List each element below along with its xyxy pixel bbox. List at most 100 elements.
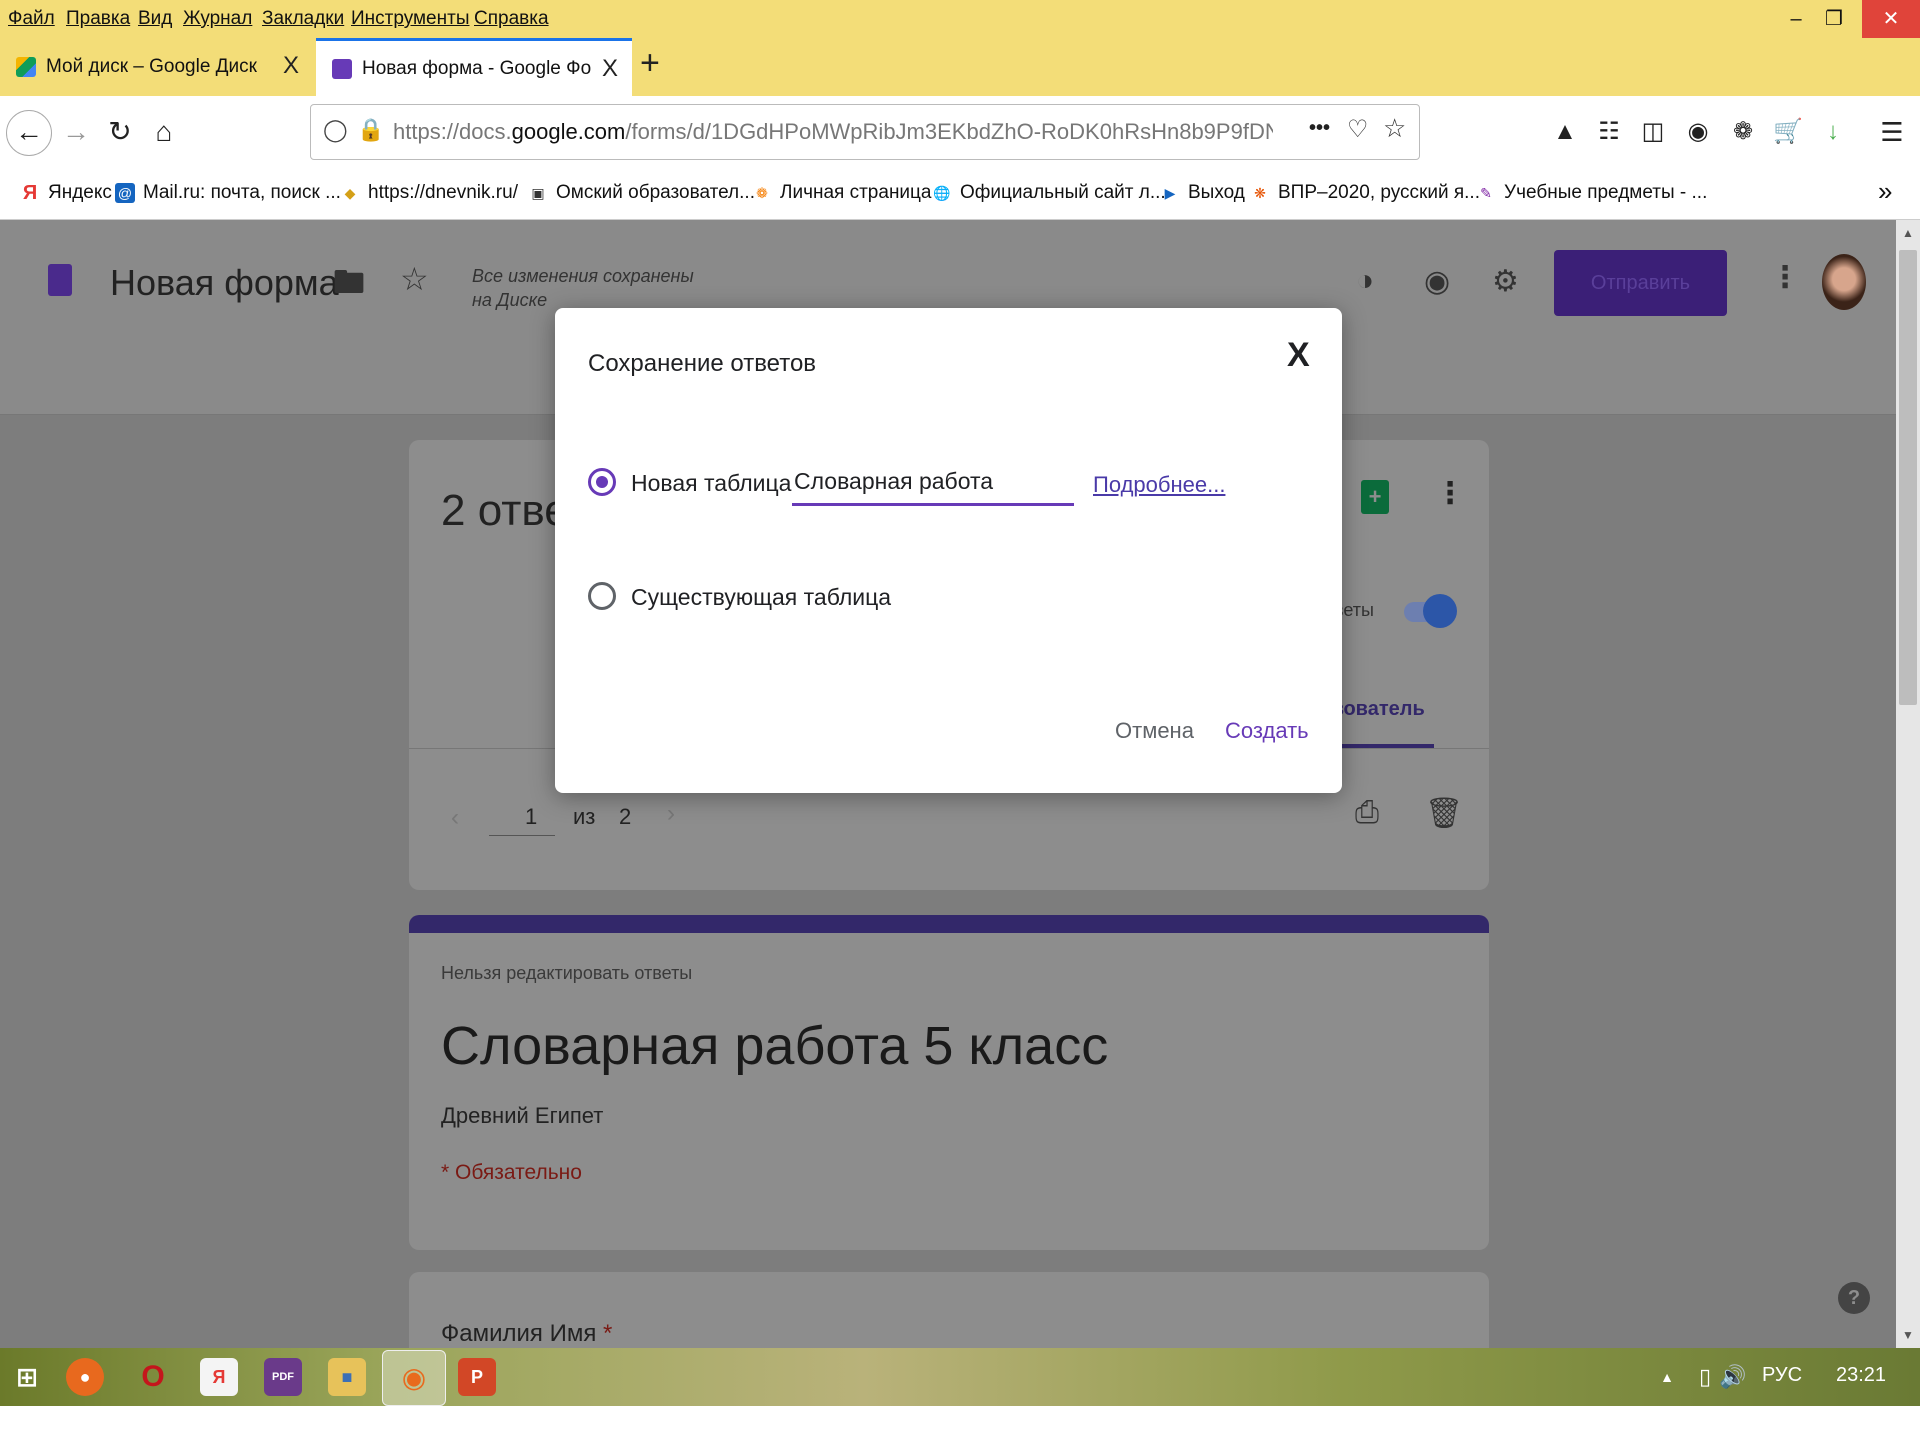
menu-tools[interactable]: Инструменты bbox=[351, 8, 469, 30]
responses-count: 2 отве bbox=[441, 486, 569, 535]
bookmark-item[interactable]: ❁ Личная страница bbox=[752, 182, 931, 204]
close-tab-icon[interactable]: X bbox=[602, 55, 618, 83]
palette-icon[interactable]: ◑ bbox=[1356, 264, 1374, 298]
bookmark-item[interactable]: ▶ Выход bbox=[1160, 182, 1245, 204]
url-text[interactable]: https://docs.google.com/forms/d/1DGdHPoM… bbox=[393, 119, 1273, 145]
tab-google-forms[interactable]: Новая форма - Google Формы X bbox=[316, 38, 632, 96]
pdf-icon[interactable]: PDF bbox=[264, 1358, 302, 1396]
print-icon[interactable]: ⎙ bbox=[1355, 796, 1379, 830]
blank-area bbox=[0, 1406, 1920, 1440]
opera-icon[interactable]: O bbox=[134, 1358, 172, 1396]
back-icon[interactable]: ← bbox=[6, 110, 52, 156]
dialog-title: Сохранение ответов bbox=[588, 350, 817, 377]
menu-bookmarks[interactable]: Закладки bbox=[262, 8, 344, 30]
send-button[interactable]: Отправить bbox=[1554, 250, 1727, 316]
navigation-bar: ← → ↻ ⌂ ◯ 🔒 https://docs.google.com/form… bbox=[0, 96, 1920, 168]
bookmark-item[interactable]: ◆ https://dnevnik.ru/ bbox=[340, 182, 518, 204]
language-indicator[interactable]: РУС bbox=[1762, 1364, 1802, 1387]
google-forms-icon bbox=[332, 58, 352, 79]
question-card: Фамилия Имя * bbox=[409, 1272, 1489, 1348]
account-icon[interactable]: ◉ bbox=[1676, 110, 1720, 154]
volume-icon[interactable]: 🔊 bbox=[1714, 1358, 1752, 1396]
home-icon[interactable]: ⌂ bbox=[142, 110, 186, 154]
address-bar[interactable]: ◯ 🔒 https://docs.google.com/forms/d/1DGd… bbox=[310, 104, 1420, 160]
prev-response-icon[interactable]: ‹ bbox=[451, 804, 459, 832]
extension-icon[interactable]: ▲ bbox=[1543, 110, 1587, 154]
tab-label: Мой диск – Google Диск bbox=[46, 56, 257, 77]
google-forms-logo-icon[interactable] bbox=[48, 264, 72, 296]
page-actions-icon[interactable]: ••• bbox=[1309, 117, 1330, 140]
option-new-table-label[interactable]: Новая таблица bbox=[631, 470, 791, 497]
download-icon[interactable]: ↓ bbox=[1811, 110, 1855, 154]
more-vert-icon[interactable]: ⋮ bbox=[1770, 260, 1800, 295]
scroll-down-icon[interactable]: ▼ bbox=[1902, 1328, 1914, 1342]
help-icon[interactable]: ? bbox=[1838, 1282, 1870, 1314]
firefox-icon[interactable]: ◉ bbox=[382, 1350, 446, 1406]
option-existing-table-label[interactable]: Существующая таблица bbox=[631, 584, 891, 611]
tray-up-icon[interactable]: ▲ bbox=[1648, 1358, 1686, 1396]
forward-icon[interactable]: → bbox=[54, 110, 98, 154]
tab-label: Новая форма - Google Формы bbox=[362, 57, 592, 79]
next-response-icon[interactable]: › bbox=[667, 800, 675, 828]
star-icon[interactable]: ☆ bbox=[400, 260, 429, 298]
new-table-name-input[interactable]: Словарная работа bbox=[792, 460, 1074, 506]
response-index-input[interactable]: 1 bbox=[489, 796, 555, 836]
folder-icon[interactable]: 🖿 bbox=[333, 260, 365, 314]
menu-file[interactable]: Файл bbox=[8, 8, 55, 30]
shield-icon[interactable]: ◯ bbox=[323, 117, 348, 143]
tab-google-drive[interactable]: Мой диск – Google Диск X bbox=[0, 38, 313, 96]
sidebar-icon[interactable]: ◫ bbox=[1631, 110, 1675, 154]
new-tab-button[interactable]: + bbox=[640, 44, 660, 83]
reload-icon[interactable]: ↻ bbox=[98, 110, 142, 154]
bookmark-item[interactable]: ▣ Омский образовател... bbox=[528, 182, 755, 204]
radio-new-table[interactable] bbox=[588, 468, 616, 496]
settings-gear-icon[interactable]: ⚙ bbox=[1492, 264, 1519, 299]
sheets-icon[interactable]: + bbox=[1361, 480, 1389, 514]
scroll-up-icon[interactable]: ▲ bbox=[1902, 226, 1914, 240]
cancel-button[interactable]: Отмена bbox=[1115, 718, 1194, 744]
radio-existing-table[interactable] bbox=[588, 582, 616, 610]
addon-icon[interactable]: ❁ bbox=[1721, 110, 1765, 154]
save-responses-dialog: Сохранение ответов X Новая таблица Слова… bbox=[555, 308, 1342, 793]
tab-bar: Мой диск – Google Диск X Новая форма - G… bbox=[0, 38, 1920, 96]
menu-edit[interactable]: Правка bbox=[66, 8, 130, 30]
menu-history[interactable]: Журнал bbox=[183, 8, 252, 30]
cart-icon[interactable]: 🛒 bbox=[1766, 110, 1810, 154]
bookmark-star-icon[interactable]: ☆ bbox=[1383, 113, 1406, 144]
powerpoint-icon[interactable]: P bbox=[458, 1358, 496, 1396]
browser-icon[interactable]: ● bbox=[66, 1358, 104, 1396]
accepting-toggle-knob[interactable] bbox=[1423, 594, 1457, 628]
pocket-icon[interactable]: ♡ bbox=[1347, 115, 1369, 144]
avatar[interactable] bbox=[1822, 254, 1866, 310]
library-icon[interactable]: ☷ bbox=[1587, 110, 1631, 154]
bookmarks-overflow-icon[interactable]: » bbox=[1878, 176, 1892, 207]
bookmark-item[interactable]: ❋ ВПР–2020, русский я... bbox=[1250, 182, 1480, 204]
bookmark-item[interactable]: ✎ Учебные предметы - ... bbox=[1476, 182, 1707, 204]
preview-eye-icon[interactable]: ◉ bbox=[1424, 264, 1450, 299]
hamburger-menu-icon[interactable]: ☰ bbox=[1870, 110, 1914, 154]
yandex-icon[interactable]: Я bbox=[200, 1358, 238, 1396]
bookmark-item[interactable]: 🌐 Официальный сайт л... bbox=[932, 182, 1165, 204]
bookmark-item[interactable]: @ Mail.ru: почта, поиск ... bbox=[115, 182, 341, 204]
restore-button[interactable]: ❐ bbox=[1806, 0, 1862, 38]
scrollbar-thumb[interactable] bbox=[1899, 250, 1917, 705]
dialog-close-icon[interactable]: X bbox=[1287, 336, 1310, 375]
required-note: * Обязательно bbox=[441, 1161, 582, 1184]
tab-individual[interactable]: зователь bbox=[1334, 698, 1425, 721]
delete-trash-icon[interactable]: 🗑 bbox=[1425, 796, 1463, 831]
close-tab-icon[interactable]: X bbox=[283, 52, 299, 80]
menu-view[interactable]: Вид bbox=[138, 8, 172, 30]
explorer-folder-icon[interactable]: ■ bbox=[328, 1358, 366, 1396]
learn-more-link[interactable]: Подробнее... bbox=[1093, 472, 1225, 498]
start-windows-icon[interactable]: ⊞ bbox=[8, 1358, 46, 1396]
form-title[interactable]: Новая форма bbox=[110, 262, 339, 304]
bookmark-item[interactable]: Я Яндекс bbox=[20, 182, 112, 204]
more-vert-icon[interactable]: ⋮ bbox=[1435, 476, 1465, 511]
clock[interactable]: 23:21 bbox=[1836, 1364, 1886, 1387]
create-button[interactable]: Создать bbox=[1225, 718, 1309, 744]
menu-help[interactable]: Справка bbox=[474, 8, 549, 30]
lock-icon[interactable]: 🔒 bbox=[357, 117, 384, 143]
close-window-button[interactable]: ✕ bbox=[1862, 0, 1920, 38]
radio-dot bbox=[596, 476, 608, 488]
edit-banner: Нельзя редактировать ответы bbox=[441, 963, 693, 983]
